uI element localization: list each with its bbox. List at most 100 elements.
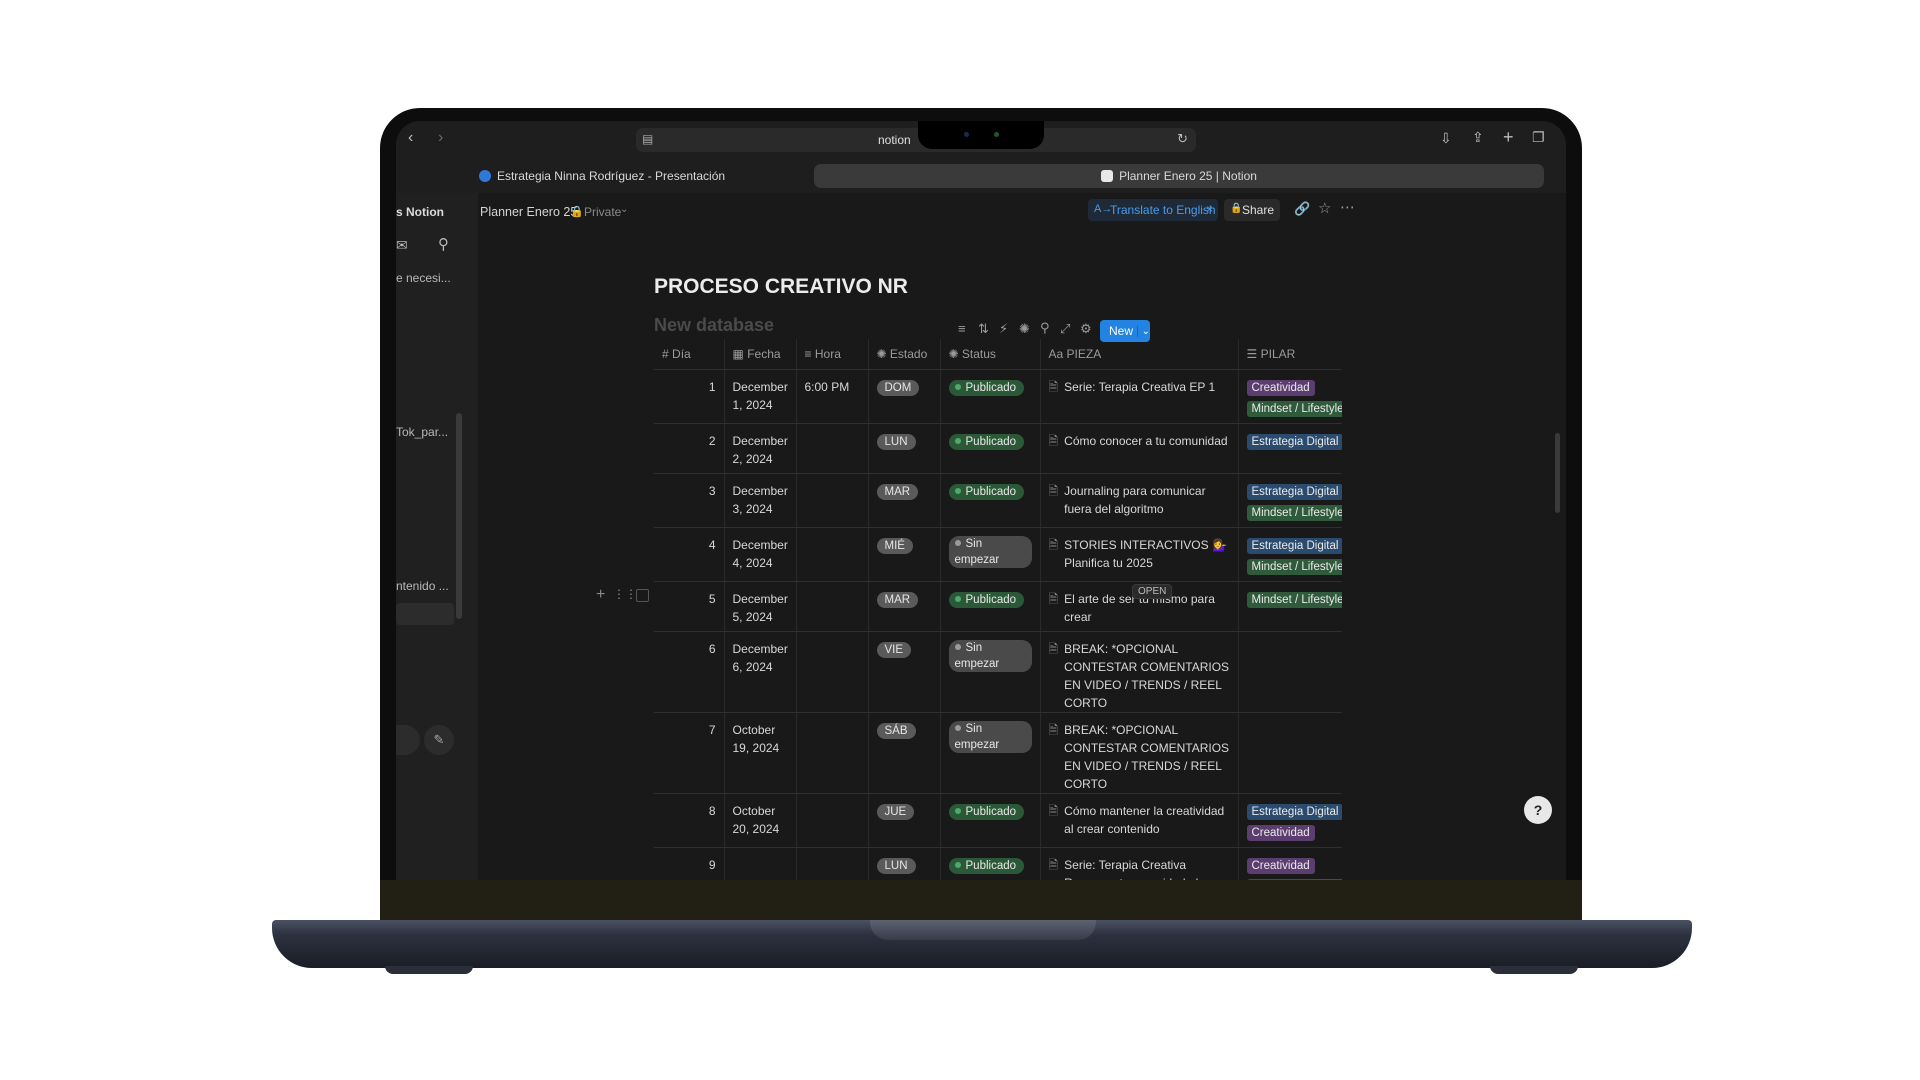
cell-pieza[interactable]: 🗎 Journaling para comunicar fuera del alg… xyxy=(1040,473,1239,528)
expand-icon[interactable]: ⤢ xyxy=(1060,321,1070,337)
cell-pieza[interactable]: 🗎 BREAK: *OPCIONAL CONTESTAR COMENTARIOS … xyxy=(1040,712,1239,794)
tab-overview-icon[interactable]: ❐ xyxy=(1532,129,1545,146)
compose-icon[interactable]: ✎ xyxy=(424,725,454,755)
chevron-down-icon[interactable]: ⌄ xyxy=(620,204,628,215)
cell-dia[interactable]: 8 xyxy=(654,793,725,848)
cell-hora[interactable]: 6:00 PM xyxy=(796,369,869,424)
chevron-down-icon[interactable]: ⌄ xyxy=(1136,325,1150,337)
cell-pilar[interactable]: Estrategia Digital Mindset / Lifestyle xyxy=(1238,473,1342,528)
cell-status[interactable]: Publicado xyxy=(940,369,1041,424)
table-row[interactable]: 3 December 3, 2024 MAR Publicado 🗎 Journaling… xyxy=(654,473,1342,528)
reload-icon[interactable]: ↻ xyxy=(1177,131,1188,147)
cell-estado[interactable]: DOM xyxy=(868,369,941,424)
cell-status[interactable]: Publicado xyxy=(940,581,1041,632)
cell-fecha[interactable]: December 6, 2024 xyxy=(724,631,797,713)
column-header-fecha[interactable]: ▦ Fecha xyxy=(724,339,797,370)
search-icon[interactable]: ⚲ xyxy=(1040,320,1050,336)
column-header-pieza[interactable]: Aa PIEZA xyxy=(1040,339,1239,370)
share-icon[interactable]: ⇪ xyxy=(1472,129,1484,146)
row-checkbox[interactable] xyxy=(636,589,649,602)
cell-status[interactable]: Publicado xyxy=(940,847,1041,880)
tab-planner[interactable]: Planner Enero 25 | Notion xyxy=(814,164,1544,188)
cell-fecha[interactable]: December 2, 2024 xyxy=(724,423,797,474)
translate-button[interactable]: A→ Translate to English × xyxy=(1088,199,1218,221)
page-menu-icon[interactable]: ▤ xyxy=(642,132,653,146)
automation-icon[interactable]: ⚡ xyxy=(999,321,1008,337)
breadcrumb[interactable]: Planner Enero 25 xyxy=(480,205,577,219)
cell-hora[interactable] xyxy=(796,423,869,474)
cell-estado[interactable]: MAR xyxy=(868,473,941,528)
cell-dia[interactable]: 9 xyxy=(654,847,725,880)
cell-hora[interactable] xyxy=(796,631,869,713)
cell-dia[interactable]: 2 xyxy=(654,423,725,474)
forward-icon[interactable]: › xyxy=(438,129,443,147)
cell-estado[interactable]: VIE xyxy=(868,631,941,713)
sidebar-item[interactable]: Tok_par... xyxy=(396,425,448,439)
settings-icon[interactable]: ⚙ xyxy=(1080,321,1092,337)
close-icon[interactable]: × xyxy=(1206,202,1213,216)
cell-estado[interactable]: SÁB xyxy=(868,712,941,794)
table-row[interactable]: 1 December 1, 2024 6:00 PM DOM Publicado 🗎 Ser… xyxy=(654,369,1342,424)
cell-status[interactable]: Publicado xyxy=(940,423,1041,474)
column-header-pilar[interactable]: ☰ PILAR xyxy=(1238,339,1342,370)
pieza-title[interactable]: Cómo mantener la creatividad al crear co… xyxy=(1064,802,1229,838)
table-row[interactable]: 4 December 4, 2024 MIÉ Sin empezar 🗎 STORIES … xyxy=(654,527,1342,582)
download-icon[interactable]: ⇩ xyxy=(1440,130,1452,147)
add-row-icon[interactable]: + xyxy=(596,586,605,604)
cell-fecha[interactable]: December 1, 2024 xyxy=(724,369,797,424)
pilar-tag[interactable]: Estrategia Digital xyxy=(1246,434,1342,450)
star-icon[interactable]: ☆ xyxy=(1318,199,1331,217)
drag-handle-icon[interactable]: ⋮⋮ xyxy=(613,587,637,601)
cell-pieza[interactable]: 🗎 BREAK: *OPCIONAL CONTESTAR COMENTARIOS … xyxy=(1040,631,1239,713)
cell-dia[interactable]: 1 xyxy=(654,369,725,424)
pilar-tag[interactable]: Mindset / Lifestyle xyxy=(1246,505,1342,521)
cell-status[interactable]: Sin empezar xyxy=(940,712,1041,794)
cell-fecha[interactable]: December 3, 2024 xyxy=(724,473,797,528)
cell-estado[interactable]: JUE xyxy=(868,793,941,848)
cell-estado[interactable]: MIÉ xyxy=(868,527,941,582)
cell-fecha[interactable]: December 4, 2024 xyxy=(724,527,797,582)
cell-fecha[interactable]: December 5, 2024 xyxy=(724,581,797,632)
table-row[interactable]: 7 October 19, 2024 SÁB Sin empezar 🗎 BREAK: *… xyxy=(654,712,1342,794)
cell-hora[interactable] xyxy=(796,581,869,632)
cell-pilar[interactable]: Creatividad Mindset / Lifestyle xyxy=(1238,369,1342,424)
new-tab-icon[interactable]: + xyxy=(1503,127,1514,148)
table-row[interactable]: 6 December 6, 2024 VIE Sin empezar 🗎 BREAK: *… xyxy=(654,631,1342,713)
cell-fecha[interactable] xyxy=(724,847,797,880)
cell-hora[interactable] xyxy=(796,712,869,794)
pilar-tag[interactable]: Estrategia Digital xyxy=(1246,484,1342,500)
column-header-status[interactable]: ✺ Status xyxy=(940,339,1041,370)
pilar-tag[interactable]: Estrategia Digital xyxy=(1246,538,1342,554)
cell-hora[interactable] xyxy=(796,527,869,582)
cell-pieza[interactable]: 🗎 Cómo conocer a tu comunidad xyxy=(1040,423,1239,474)
cell-dia[interactable]: 4 xyxy=(654,527,725,582)
filter-icon[interactable]: ≡ xyxy=(958,321,966,336)
cell-pilar[interactable] xyxy=(1238,631,1342,713)
cell-status[interactable]: Sin empezar xyxy=(940,527,1041,582)
sidebar-item[interactable]: ntenido ... xyxy=(396,579,449,593)
more-icon[interactable]: ⋯ xyxy=(1340,198,1355,216)
main-scrollbar[interactable] xyxy=(1555,433,1560,513)
help-icon[interactable]: ? xyxy=(1524,796,1552,824)
table-row[interactable]: 9 LUN Publicado 🗎 Serie: Terapia Creativa Re… xyxy=(654,847,1342,880)
page-title[interactable]: PROCESO CREATIVO NR xyxy=(654,275,908,299)
cell-dia[interactable]: 3 xyxy=(654,473,725,528)
sort-icon[interactable]: ⇅ xyxy=(978,321,989,337)
pilar-tag[interactable]: Estrategia Digital xyxy=(1246,804,1342,820)
cell-pilar[interactable]: Estrategia Digital Creatividad xyxy=(1238,793,1342,848)
cell-dia[interactable]: 5 xyxy=(654,581,725,632)
pilar-tag[interactable]: Creatividad xyxy=(1246,825,1315,841)
cell-status[interactable]: Publicado xyxy=(940,473,1041,528)
pieza-title[interactable]: Serie: Terapia Creativa EP 1 xyxy=(1064,378,1215,396)
pilar-tag[interactable]: Creatividad xyxy=(1246,858,1315,874)
cell-pieza[interactable]: 🗎 Serie: Terapia Creativa EP 1 xyxy=(1040,369,1239,424)
column-header-hora[interactable]: ≡ Hora xyxy=(796,339,869,370)
cell-hora[interactable] xyxy=(796,847,869,880)
share-button[interactable]: 🔒 Share xyxy=(1224,199,1280,221)
cell-dia[interactable]: 7 xyxy=(654,712,725,794)
sidebar-bottom-button[interactable] xyxy=(396,725,420,755)
cell-dia[interactable]: 6 xyxy=(654,631,725,713)
tab-estrategia[interactable]: Estrategia Ninna Rodríguez - Presentació… xyxy=(416,164,788,188)
table-row[interactable]: 2 December 2, 2024 LUN Publicado 🗎 Cómo conoc… xyxy=(654,423,1342,474)
cell-status[interactable]: Sin empezar xyxy=(940,631,1041,713)
